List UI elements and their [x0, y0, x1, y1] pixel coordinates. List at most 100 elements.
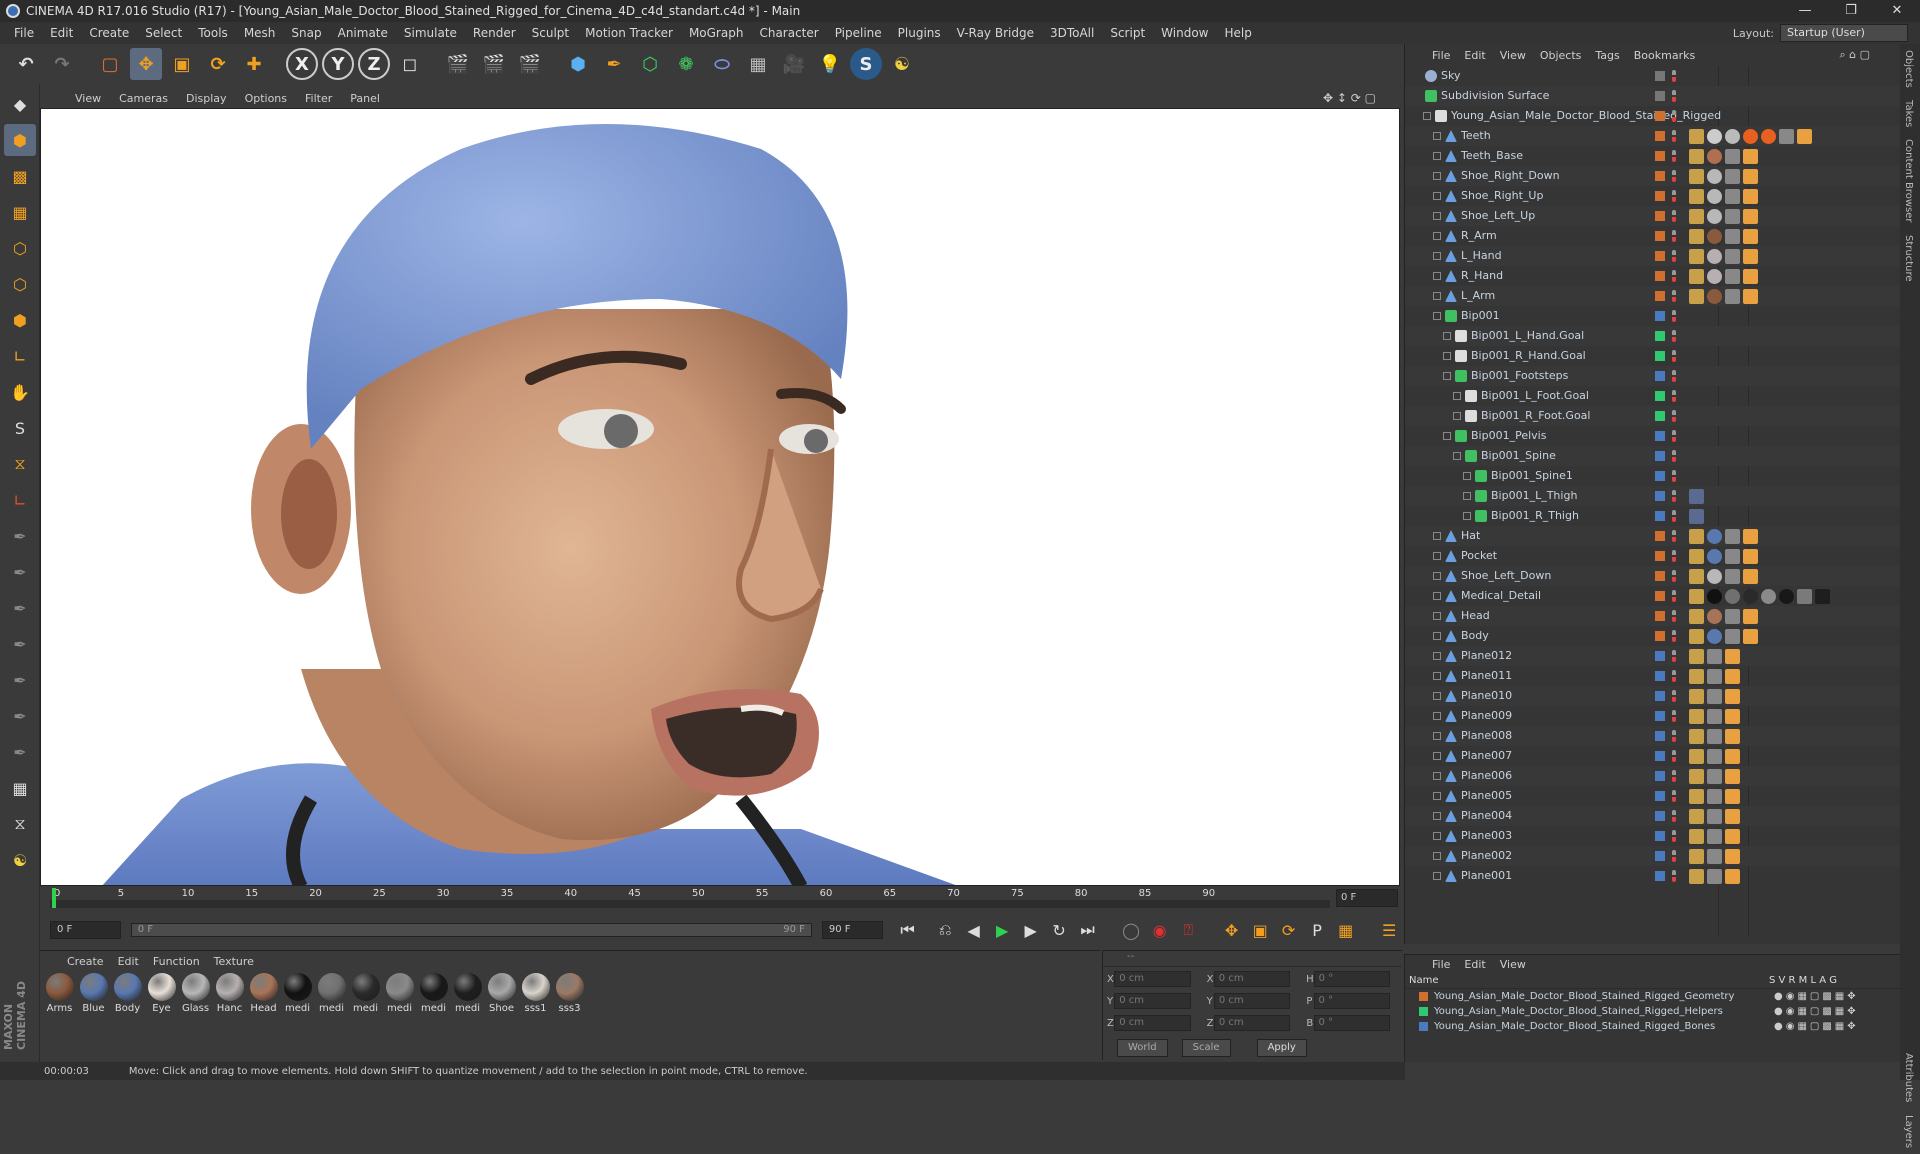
tree-expander-icon[interactable] — [1433, 192, 1441, 200]
object-row[interactable]: L_Arm — [1405, 286, 1901, 306]
sculpt-pull-icon[interactable]: ✒ — [4, 556, 36, 588]
object-tag-icon[interactable] — [1725, 649, 1740, 664]
object-row[interactable]: Plane012 — [1405, 646, 1901, 666]
object-tag-icon[interactable] — [1707, 129, 1722, 144]
object-layer-swatch[interactable] — [1655, 431, 1665, 441]
menu-motion-tracker[interactable]: Motion Tracker — [577, 26, 681, 40]
timeline-window-icon[interactable]: ☰ — [1376, 917, 1402, 943]
timeline-ruler[interactable]: 0 5 10 15 20 25 30 35 40 45 50 55 60 65 70 75 80 85 90 0 F — [40, 886, 1402, 910]
object-tag-icon[interactable] — [1707, 849, 1722, 864]
object-tag-icon[interactable] — [1725, 789, 1740, 804]
end-frame-field[interactable]: 90 F — [821, 921, 883, 939]
visibility-dots-icon[interactable] — [1672, 270, 1676, 282]
coordinate-value-field[interactable]: 0 cm — [1213, 993, 1291, 1009]
object-tag-icon[interactable] — [1689, 809, 1704, 824]
object-tag-icon[interactable] — [1707, 549, 1722, 564]
object-row[interactable]: Shoe_Left_Up — [1405, 206, 1901, 226]
object-tag-icon[interactable] — [1725, 749, 1740, 764]
menu-snap[interactable]: Snap — [283, 26, 329, 40]
tree-expander-icon[interactable] — [1433, 292, 1441, 300]
object-layer-swatch[interactable] — [1655, 771, 1665, 781]
object-tag-icon[interactable] — [1689, 589, 1704, 604]
tree-expander-icon[interactable] — [1443, 352, 1451, 360]
menu-pipeline[interactable]: Pipeline — [827, 26, 890, 40]
object-tag-icon[interactable] — [1689, 229, 1704, 244]
layout-dropdown[interactable]: Startup (User) — [1780, 24, 1908, 42]
menu-tools[interactable]: Tools — [190, 26, 236, 40]
magnet-icon[interactable]: ⧖ — [4, 448, 36, 480]
object-row[interactable]: Bip001_Spine1 — [1405, 466, 1901, 486]
object-row[interactable]: Plane008 — [1405, 726, 1901, 746]
menu-animate[interactable]: Animate — [330, 26, 396, 40]
object-layer-swatch[interactable] — [1655, 331, 1665, 341]
visibility-dots-icon[interactable] — [1672, 350, 1676, 362]
object-tag-icon[interactable] — [1707, 589, 1722, 604]
python-icon[interactable]: ☯ — [886, 48, 918, 80]
world-dropdown[interactable]: World — [1117, 1039, 1168, 1057]
material-swatch[interactable]: Eye — [146, 973, 177, 1014]
menu-sculpt[interactable]: Sculpt — [524, 26, 577, 40]
tree-expander-icon[interactable] — [1443, 332, 1451, 340]
material-swatch[interactable]: medi — [316, 973, 347, 1014]
visibility-dots-icon[interactable] — [1672, 70, 1676, 82]
tree-expander-icon[interactable] — [1423, 112, 1431, 120]
object-layer-swatch[interactable] — [1655, 611, 1665, 621]
pen-spline-icon[interactable]: ✒ — [598, 48, 630, 80]
tree-expander-icon[interactable] — [1433, 612, 1441, 620]
visibility-dots-icon[interactable] — [1672, 770, 1676, 782]
coordinate-value-field[interactable]: 0 ° — [1313, 971, 1390, 987]
tree-expander-icon[interactable] — [1433, 652, 1441, 660]
visibility-dots-icon[interactable] — [1672, 710, 1676, 722]
object-row[interactable]: Plane002 — [1405, 846, 1901, 866]
material-swatch[interactable]: medi — [384, 973, 415, 1014]
object-tag-icon[interactable] — [1689, 729, 1704, 744]
tree-expander-icon[interactable] — [1433, 732, 1441, 740]
material-swatch[interactable]: medi — [350, 973, 381, 1014]
visibility-dots-icon[interactable] — [1672, 830, 1676, 842]
object-layer-swatch[interactable] — [1655, 371, 1665, 381]
tree-expander-icon[interactable] — [1433, 252, 1441, 260]
object-tag-icon[interactable] — [1725, 129, 1740, 144]
object-layer-swatch[interactable] — [1655, 251, 1665, 261]
viewport-menu-filter[interactable]: Filter — [296, 92, 341, 105]
object-layer-swatch[interactable] — [1655, 571, 1665, 581]
object-row[interactable]: Bip001_Spine — [1405, 446, 1901, 466]
tree-expander-icon[interactable] — [1433, 212, 1441, 220]
viewport-menu-options[interactable]: Options — [236, 92, 296, 105]
object-tag-icon[interactable] — [1725, 669, 1740, 684]
tree-expander-icon[interactable] — [1433, 792, 1441, 800]
object-layer-swatch[interactable] — [1655, 271, 1665, 281]
object-layer-swatch[interactable] — [1655, 491, 1665, 501]
menu-create[interactable]: Create — [81, 26, 137, 40]
visibility-dots-icon[interactable] — [1672, 650, 1676, 662]
camera-icon[interactable]: 🎥 — [778, 48, 810, 80]
sculpt-mask-icon[interactable]: ✒ — [4, 700, 36, 732]
object-tag-icon[interactable] — [1689, 189, 1704, 204]
tree-expander-icon[interactable] — [1433, 232, 1441, 240]
object-layer-swatch[interactable] — [1655, 651, 1665, 661]
object-tag-icon[interactable] — [1725, 289, 1740, 304]
move-icon[interactable]: ✥ — [130, 48, 162, 80]
object-tag-icon[interactable] — [1689, 629, 1704, 644]
visibility-dots-icon[interactable] — [1672, 870, 1676, 882]
object-tag-icon[interactable] — [1743, 169, 1758, 184]
layer-row[interactable]: Young_Asian_Male_Doctor_Blood_Stained_Ri… — [1405, 1004, 1900, 1019]
object-tag-icon[interactable] — [1689, 609, 1704, 624]
object-tag-icon[interactable] — [1689, 669, 1704, 684]
redo-icon[interactable]: ↷ — [46, 48, 78, 80]
object-tag-icon[interactable] — [1707, 249, 1722, 264]
polygons-mode-icon[interactable]: ⬢ — [4, 304, 36, 336]
render-picture-viewer-icon[interactable]: 🎬 — [478, 48, 510, 80]
object-tag-icon[interactable] — [1689, 269, 1704, 284]
coordinate-value-field[interactable]: 0 cm — [1114, 1015, 1191, 1031]
visibility-dots-icon[interactable] — [1672, 210, 1676, 222]
object-tag-icon[interactable] — [1815, 589, 1830, 604]
material-swatch[interactable]: Blue — [78, 973, 109, 1014]
key-position-icon[interactable]: ✥ — [1219, 917, 1245, 943]
coordinate-system-icon[interactable]: ◻ — [394, 48, 426, 80]
object-tag-icon[interactable] — [1725, 249, 1740, 264]
object-row[interactable]: Teeth — [1405, 126, 1901, 146]
tree-expander-icon[interactable] — [1433, 572, 1441, 580]
edges-mode-icon[interactable]: ⬡ — [4, 268, 36, 300]
key-pla-icon[interactable]: ▦ — [1333, 917, 1359, 943]
